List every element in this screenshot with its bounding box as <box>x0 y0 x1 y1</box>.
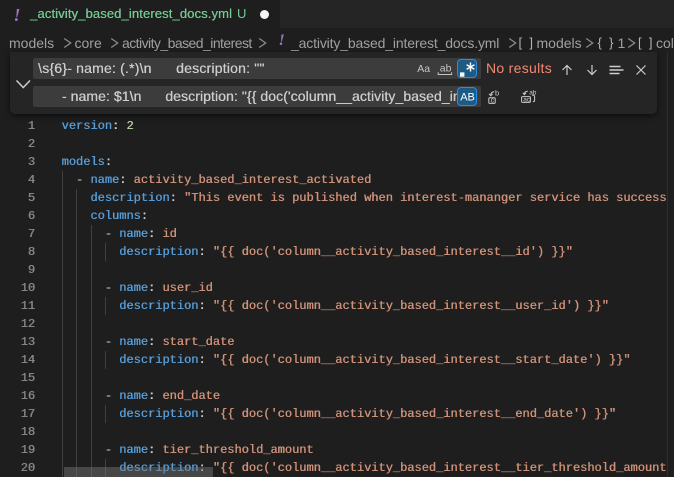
svg-text:c: c <box>491 97 495 104</box>
svg-text:ab: ab <box>440 63 452 75</box>
svg-text:Aa: Aa <box>417 63 430 75</box>
svg-text:ac: ac <box>523 96 531 103</box>
svg-text:b: b <box>495 89 499 98</box>
svg-text:AB: AB <box>460 91 475 103</box>
